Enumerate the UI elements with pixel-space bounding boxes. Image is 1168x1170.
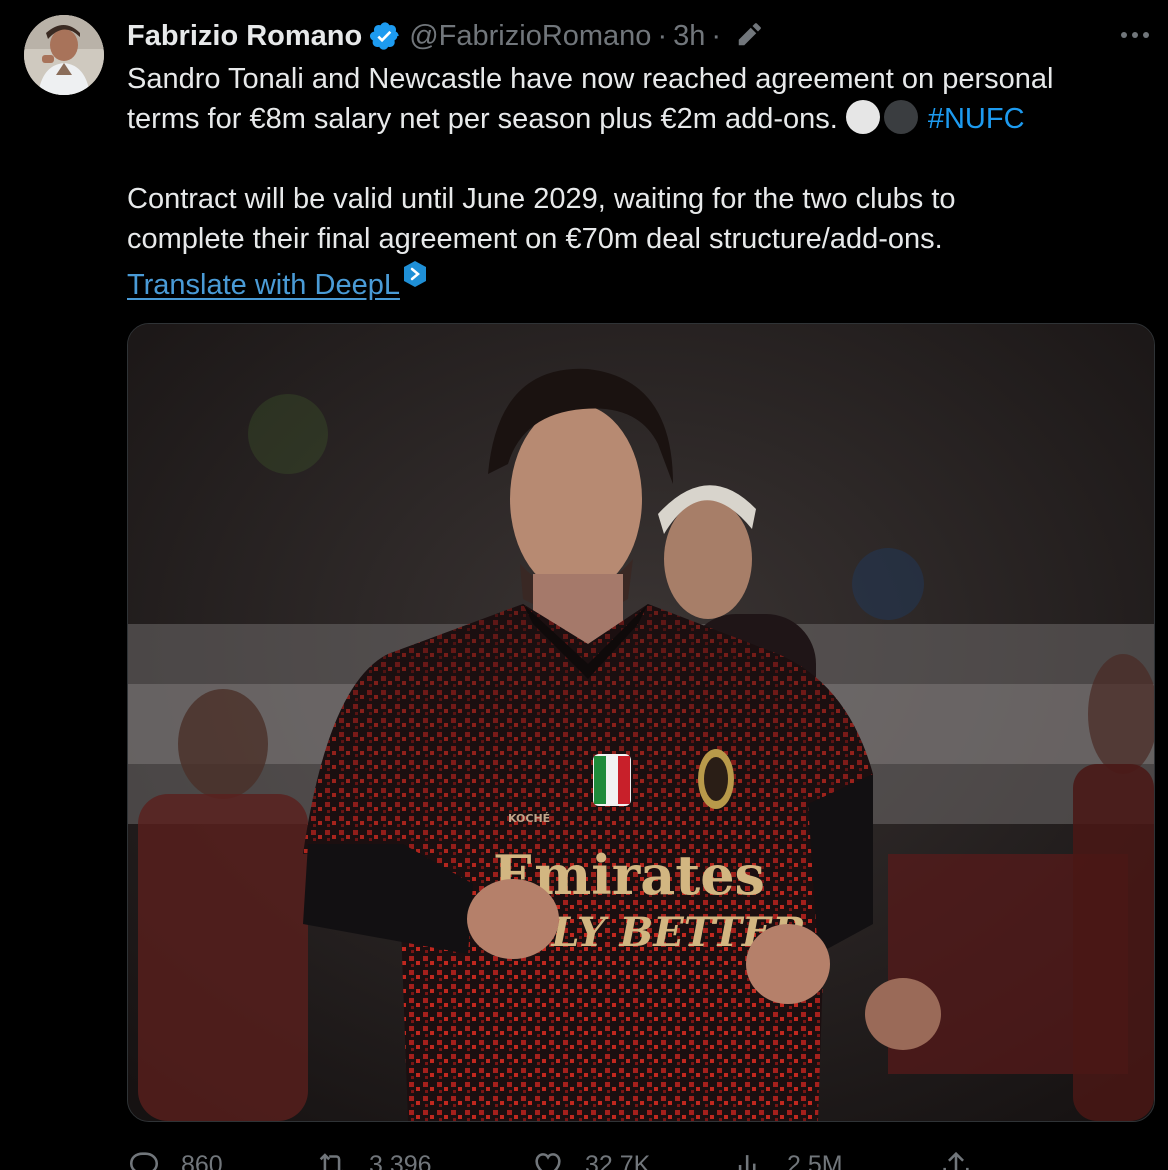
tweet-line: Sandro Tonali and Newcastle have now rea… <box>127 63 1054 95</box>
like-icon <box>535 1153 561 1170</box>
retweet-icon <box>319 1153 343 1170</box>
tweet-line-text: terms for €8m salary net per season plus… <box>127 103 838 135</box>
hashtag-link[interactable]: #NUFC <box>928 103 1025 135</box>
translate-row: Translate with DeepL <box>127 259 1147 305</box>
tweet-photo[interactable]: KOCHÉ Emirates FLY BETTER <box>127 323 1155 1122</box>
views-icon <box>738 1155 756 1170</box>
black-circle-emoji <box>883 100 918 134</box>
like-count: 32.7K <box>585 1150 651 1170</box>
reply-count: 860 <box>181 1150 223 1170</box>
action-bar: 860 3,396 32.7K 2.5M <box>127 1148 1157 1170</box>
tweet-text: Sandro Tonali and Newcastle have now rea… <box>127 59 1147 305</box>
display-name[interactable]: Fabrizio Romano <box>127 20 362 53</box>
tweet-line-with-hashtag: terms for €8m salary net per season plus… <box>127 99 1147 139</box>
white-circle-emoji <box>845 100 880 134</box>
edit-pencil-icon[interactable] <box>733 21 763 51</box>
tweet-header: Fabrizio Romano @FabrizioRomano · 3h · <box>127 16 763 56</box>
avatar[interactable] <box>24 15 104 95</box>
tweet[interactable]: Fabrizio Romano @FabrizioRomano · 3h · S… <box>0 0 1168 1170</box>
reply-button[interactable]: 860 <box>127 1148 223 1170</box>
share-icon <box>943 1151 969 1170</box>
verified-badge-icon[interactable] <box>369 20 401 52</box>
deepl-icon[interactable] <box>402 259 428 287</box>
views-count: 2.5M <box>787 1150 843 1170</box>
handle[interactable]: @FabrizioRomano <box>409 20 651 53</box>
more-dots-icon[interactable] <box>1118 22 1152 48</box>
share-button[interactable] <box>939 1148 993 1170</box>
timestamp[interactable]: 3h <box>673 20 705 53</box>
translate-link[interactable]: Translate with DeepL <box>127 269 400 301</box>
views-button[interactable]: 2.5M <box>733 1148 843 1170</box>
jersey-maker-text: KOCHÉ <box>508 812 550 825</box>
reply-icon <box>129 1152 159 1170</box>
like-button[interactable]: 32.7K <box>531 1148 650 1170</box>
tweet-line: complete their final agreement on €70m d… <box>127 223 943 255</box>
tweet-line: Contract will be valid until June 2029, … <box>127 183 956 215</box>
retweet-count: 3,396 <box>369 1150 432 1170</box>
retweet-button[interactable]: 3,396 <box>315 1148 432 1170</box>
separator: · <box>657 19 668 52</box>
separator: · <box>711 19 722 52</box>
